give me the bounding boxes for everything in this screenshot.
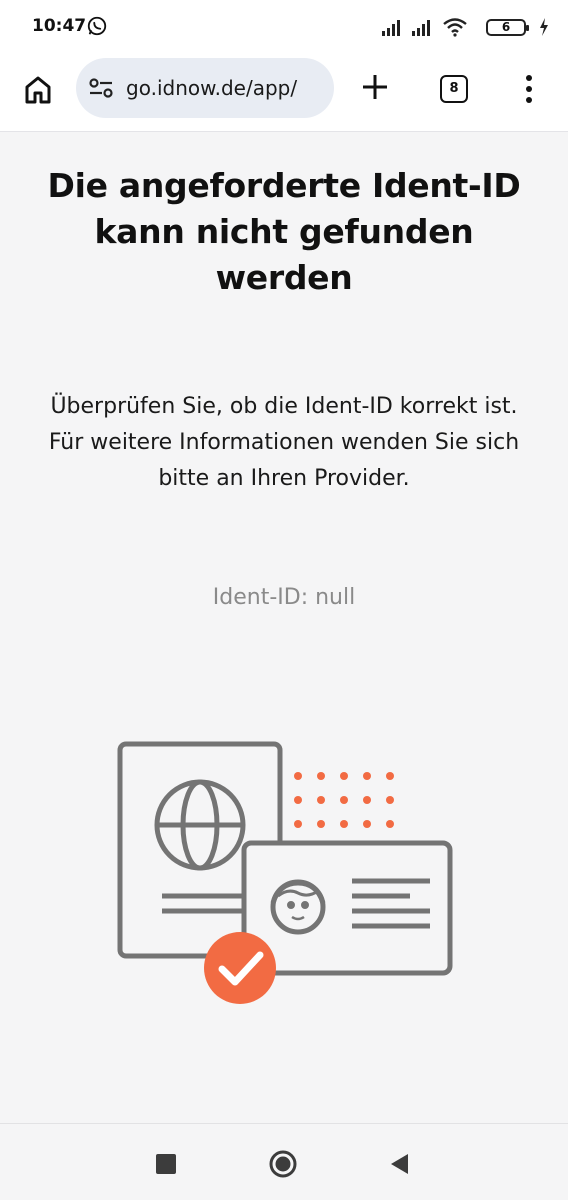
status-time: 10:47: [32, 16, 87, 36]
status-bar: 10:47 6: [0, 0, 568, 56]
page-title: Die angeforderte Ident-ID kann nicht gef…: [47, 166, 521, 297]
home-icon[interactable]: [20, 72, 56, 108]
signal-icon: [382, 20, 400, 36]
recents-icon[interactable]: [156, 1154, 176, 1174]
status-icons: 6: [382, 17, 548, 39]
back-icon[interactable]: [388, 1152, 410, 1176]
address-bar[interactable]: go.idnow.de/app/: [76, 58, 334, 118]
more-vert-icon[interactable]: [522, 73, 536, 105]
page-content: Die angeforderte Ident-ID kann nicht gef…: [0, 133, 568, 1123]
plus-icon[interactable]: [360, 72, 390, 102]
id-card-icon: [241, 840, 453, 976]
ident-id-label: Ident-ID: null: [212, 585, 356, 610]
browser-toolbar: go.idnow.de/app/ 8: [0, 56, 568, 132]
charging-icon: [540, 18, 548, 36]
battery-icon: 6: [486, 19, 529, 36]
signal-icon: [412, 20, 430, 36]
dot-grid: [294, 772, 394, 828]
id-documents-illustration: [117, 741, 453, 1004]
error-description: Überprüfen Sie, ob die Ident-ID korrekt …: [48, 394, 520, 491]
wifi-icon: [443, 18, 467, 37]
tabs-button[interactable]: 8: [440, 75, 468, 103]
system-nav-bar: [0, 1123, 568, 1200]
check-badge-icon: [204, 932, 276, 1004]
url-text[interactable]: go.idnow.de/app/: [126, 76, 297, 100]
home-circle-icon[interactable]: [268, 1149, 298, 1179]
site-settings-icon[interactable]: [88, 77, 114, 99]
whatsapp-icon: [87, 16, 107, 36]
